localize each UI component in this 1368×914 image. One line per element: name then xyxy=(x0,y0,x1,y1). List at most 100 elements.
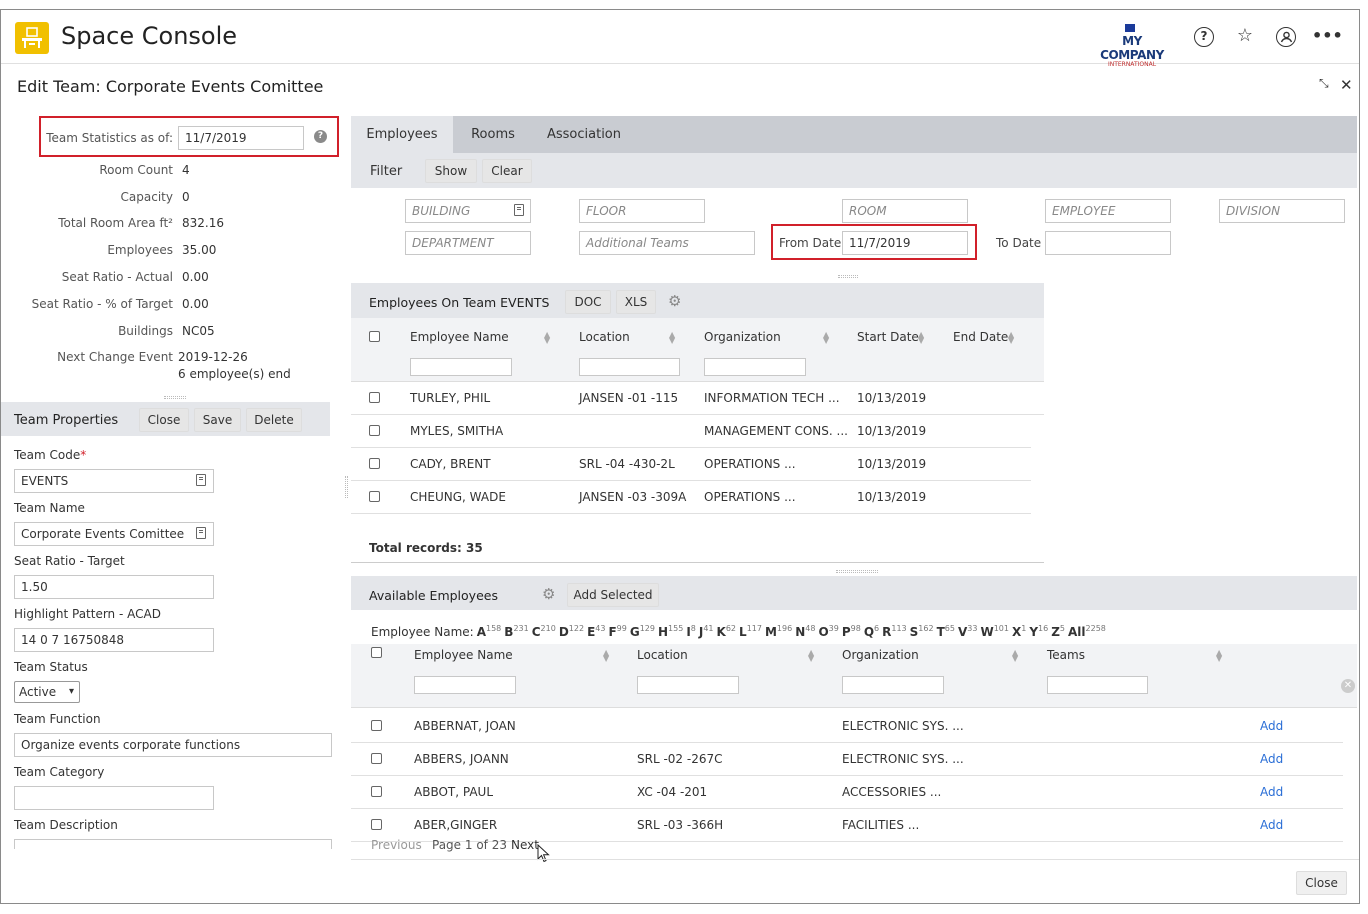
add-selected-button[interactable]: Add Selected xyxy=(567,583,659,607)
col-start-date[interactable]: Start Date xyxy=(857,330,919,344)
division-filter-input[interactable]: DIVISION xyxy=(1219,199,1345,223)
previous-page-link[interactable]: Previous xyxy=(371,838,422,852)
sort-icon[interactable]: ▲ ▼ xyxy=(1216,649,1222,663)
splitter-handle[interactable] xyxy=(164,396,186,399)
delete-button[interactable]: Delete xyxy=(246,408,302,432)
letter-filter-f[interactable]: F xyxy=(608,625,616,639)
letter-filter-v[interactable]: V xyxy=(958,625,967,639)
sort-icon[interactable]: ▲ ▼ xyxy=(918,331,924,345)
sort-icon[interactable]: ▲ ▼ xyxy=(823,331,829,345)
row-checkbox[interactable] xyxy=(371,753,382,764)
sort-icon[interactable]: ▲ ▼ xyxy=(1008,331,1014,345)
tab-employees[interactable]: Employees xyxy=(351,116,453,153)
settings-gear-icon[interactable]: ⚙ xyxy=(542,585,555,603)
letter-filter-r[interactable]: R xyxy=(882,625,891,639)
col-organization[interactable]: Organization xyxy=(704,330,781,344)
col-employee-name[interactable]: Employee Name xyxy=(410,330,509,344)
letter-filter-l[interactable]: L xyxy=(739,625,747,639)
col-organization[interactable]: Organization xyxy=(842,648,919,662)
floor-filter-input[interactable]: FLOOR xyxy=(579,199,705,223)
teams-column-filter[interactable] xyxy=(1047,676,1148,694)
lookup-icon[interactable] xyxy=(196,527,206,539)
team-description-input[interactable] xyxy=(14,839,332,849)
row-checkbox[interactable] xyxy=(371,720,382,731)
col-end-date[interactable]: End Date xyxy=(953,330,1008,344)
team-function-input[interactable]: Organize events corporate functions xyxy=(14,733,332,757)
table-row[interactable]: ABBOT, PAUL XC -04 -201 ACCESSORIES ... … xyxy=(351,776,1343,809)
col-teams[interactable]: Teams xyxy=(1047,648,1085,662)
lookup-icon[interactable] xyxy=(514,204,524,216)
letter-filter-q[interactable]: Q xyxy=(864,625,874,639)
close-button[interactable]: Close xyxy=(139,408,189,432)
location-column-filter[interactable] xyxy=(637,676,739,694)
table-row[interactable]: ABBERS, JOANN SRL -02 -267C ELECTRONIC S… xyxy=(351,743,1343,776)
from-date-input[interactable]: 11/7/2019 xyxy=(842,231,968,255)
footer-close-button[interactable]: Close xyxy=(1296,871,1347,895)
letter-filter-g[interactable]: G xyxy=(630,625,640,639)
sort-icon[interactable]: ▲ ▼ xyxy=(603,649,609,663)
select-all-checkbox[interactable] xyxy=(371,647,382,658)
employee-filter-input[interactable]: EMPLOYEE xyxy=(1045,199,1171,223)
row-checkbox[interactable] xyxy=(369,392,380,403)
splitter-handle[interactable] xyxy=(836,570,878,573)
col-employee-name[interactable]: Employee Name xyxy=(414,648,513,662)
table-row[interactable]: CADY, BRENT SRL -04 -430-2L OPERATIONS .… xyxy=(351,448,1031,481)
building-filter-input[interactable]: BUILDING xyxy=(405,199,531,223)
letter-filter-t[interactable]: T xyxy=(937,625,945,639)
letter-filter-c[interactable]: C xyxy=(532,625,541,639)
user-account-icon[interactable] xyxy=(1276,27,1296,47)
row-checkbox[interactable] xyxy=(371,819,382,830)
letter-filter-s[interactable]: S xyxy=(910,625,919,639)
save-button[interactable]: Save xyxy=(194,408,241,432)
team-name-input[interactable]: Corporate Events Comittee xyxy=(14,522,214,546)
add-link[interactable]: Add xyxy=(1260,785,1283,799)
to-date-input[interactable] xyxy=(1045,231,1171,255)
row-checkbox[interactable] xyxy=(369,458,380,469)
letter-filter-all[interactable]: All xyxy=(1068,625,1086,639)
tab-rooms[interactable]: Rooms xyxy=(453,116,533,153)
clear-filters-icon[interactable]: ✕ xyxy=(1341,679,1355,693)
organization-column-filter[interactable] xyxy=(842,676,944,694)
letter-filter-y[interactable]: Y xyxy=(1029,625,1038,639)
add-link[interactable]: Add xyxy=(1260,752,1283,766)
splitter-handle[interactable] xyxy=(838,275,858,278)
seat-ratio-target-input[interactable]: 1.50 xyxy=(14,575,214,599)
location-column-filter[interactable] xyxy=(579,358,680,376)
col-location[interactable]: Location xyxy=(579,330,630,344)
row-checkbox[interactable] xyxy=(369,425,380,436)
col-location[interactable]: Location xyxy=(637,648,688,662)
letter-filter-o[interactable]: O xyxy=(818,625,828,639)
letter-filter-k[interactable]: K xyxy=(717,625,726,639)
letter-filter-m[interactable]: M xyxy=(765,625,777,639)
team-category-input[interactable] xyxy=(14,786,214,810)
letter-filter-a[interactable]: A xyxy=(477,625,486,639)
room-filter-input[interactable]: ROOM xyxy=(842,199,968,223)
table-row[interactable]: ABBERNAT, JOAN ELECTRONIC SYS. ... Add xyxy=(351,710,1343,743)
letter-filter-x[interactable]: X xyxy=(1012,625,1021,639)
row-checkbox[interactable] xyxy=(369,491,380,502)
close-icon[interactable]: ✕ xyxy=(1340,76,1353,94)
letter-filter-z[interactable]: Z xyxy=(1051,625,1060,639)
xls-export-button[interactable]: XLS xyxy=(616,290,656,314)
lookup-icon[interactable] xyxy=(196,474,206,486)
add-link[interactable]: Add xyxy=(1260,719,1283,733)
letter-filter-h[interactable]: H xyxy=(658,625,668,639)
sort-icon[interactable]: ▲ ▼ xyxy=(544,331,550,345)
tab-association[interactable]: Association xyxy=(533,116,635,153)
letter-filter-d[interactable]: D xyxy=(559,625,569,639)
highlight-pattern-input[interactable]: 14 0 7 16750848 xyxy=(14,628,214,652)
favorites-star-icon[interactable]: ☆ xyxy=(1235,27,1255,47)
table-row[interactable]: TURLEY, PHIL JANSEN -01 -115 INFORMATION… xyxy=(351,382,1044,415)
team-code-input[interactable]: EVENTS xyxy=(14,469,214,493)
info-help-icon[interactable]: ? xyxy=(314,130,327,143)
show-button[interactable]: Show xyxy=(425,159,477,183)
help-icon[interactable]: ? xyxy=(1194,27,1214,47)
letter-filter-w[interactable]: W xyxy=(980,625,993,639)
organization-column-filter[interactable] xyxy=(704,358,806,376)
clear-button[interactable]: Clear xyxy=(482,159,532,183)
sort-icon[interactable]: ▲ ▼ xyxy=(669,331,675,345)
table-row[interactable]: CHEUNG, WADE JANSEN -03 -309A OPERATIONS… xyxy=(351,481,1031,514)
letter-filter-p[interactable]: P xyxy=(842,625,851,639)
settings-gear-icon[interactable]: ⚙ xyxy=(668,292,681,310)
sort-icon[interactable]: ▲ ▼ xyxy=(1012,649,1018,663)
